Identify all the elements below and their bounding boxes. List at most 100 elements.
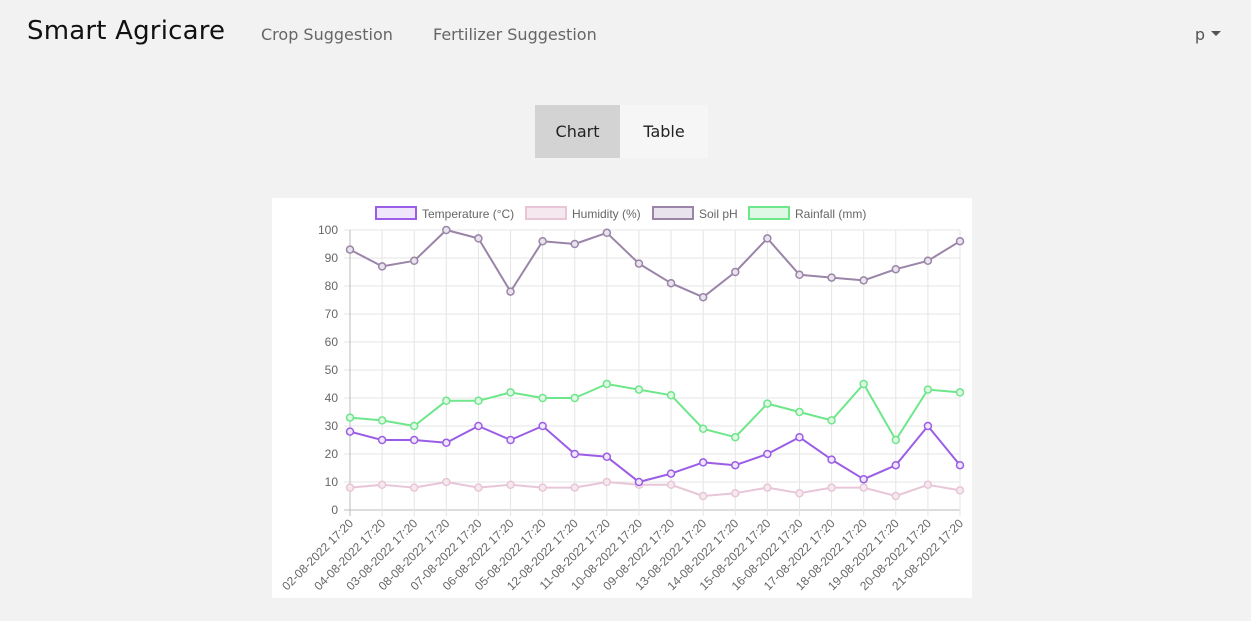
y-tick-label: 60 [325,335,339,349]
data-point [923,421,933,431]
data-point [570,483,579,492]
data-point [763,234,772,243]
data-point [570,393,579,403]
series-line [349,229,961,299]
data-point [345,245,355,254]
data-point [698,458,708,467]
data-point [409,256,419,266]
data-point [859,474,868,484]
nav-link-crop-suggestion[interactable]: Crop Suggestion [261,25,393,44]
legend-swatch [748,206,790,220]
data-point [506,480,515,490]
data-point [698,292,708,302]
data-point [506,388,515,397]
legend-label: Temperature (°C) [422,207,514,221]
data-point [377,262,387,271]
data-point [795,270,804,280]
data-point [506,435,515,445]
data-point [859,379,868,389]
data-point [442,225,451,235]
data-point [666,469,676,478]
data-point [827,483,836,492]
data-point [763,483,772,492]
data-point [923,385,933,394]
data-point [634,385,644,394]
y-tick-label: 100 [318,223,338,237]
data-point [923,480,933,490]
series-line [349,383,961,441]
legend-label: Humidity (%) [572,207,641,221]
legend-label: Soil pH [699,207,738,221]
data-point [955,388,965,397]
data-point [795,407,804,417]
data-point [859,276,868,285]
y-tick-label: 30 [325,419,339,433]
data-point [474,421,483,431]
data-point [923,256,933,266]
data-point [602,452,612,462]
legend-swatch [525,206,567,220]
data-point [602,228,612,238]
y-tick-label: 80 [325,279,339,293]
data-point [795,488,804,498]
data-point [731,488,740,498]
data-point [345,427,355,436]
y-tick-label: 0 [331,503,338,517]
view-toggle: Chart Table [535,105,708,158]
data-point [827,455,836,464]
data-point [891,264,901,274]
data-point [570,239,579,249]
data-point [377,416,387,425]
data-point [442,396,451,406]
data-point [891,491,901,501]
data-point [442,477,451,487]
data-point [377,435,387,445]
data-point [891,460,901,470]
data-point [474,234,483,243]
data-point [731,460,740,470]
navbar: Smart Agricare Crop Suggestion Fertilize… [0,0,1251,68]
data-point [442,438,451,448]
data-point [859,483,868,492]
brand-logo[interactable]: Smart Agricare [27,16,225,46]
data-point [345,413,355,422]
data-point [827,416,836,425]
data-point [731,432,740,442]
line-chart: 010203040506070809010002-08-2022 17:2004… [279,206,966,593]
data-point [474,396,483,406]
chart-view-button[interactable]: Chart [535,105,620,158]
data-point [538,236,547,246]
data-point [634,477,644,487]
data-point [666,390,676,400]
y-tick-label: 10 [325,475,339,489]
nav-link-fertilizer-suggestion[interactable]: Fertilizer Suggestion [433,25,597,44]
data-point [409,421,419,431]
y-tick-label: 90 [325,251,339,265]
data-point [602,477,612,487]
data-point [570,449,579,459]
data-point [538,393,547,403]
data-point [409,483,419,492]
data-point [409,435,419,445]
data-point [763,399,772,408]
data-point [666,278,676,288]
data-point [538,421,547,431]
user-name: p [1194,25,1205,44]
y-tick-label: 70 [325,307,339,321]
user-menu-dropdown[interactable]: p [1195,25,1221,44]
data-point [698,491,708,501]
data-point [474,483,483,492]
y-tick-label: 40 [325,391,339,405]
data-point [345,483,355,492]
data-point [891,435,901,445]
data-point [698,424,708,434]
data-point [538,483,547,492]
data-point [377,480,387,490]
table-view-button[interactable]: Table [620,105,708,158]
data-point [602,379,612,389]
y-tick-label: 50 [325,363,339,377]
legend-swatch [375,206,417,220]
data-point [763,449,772,459]
data-point [506,287,515,296]
legend-label: Rainfall (mm) [795,207,866,221]
